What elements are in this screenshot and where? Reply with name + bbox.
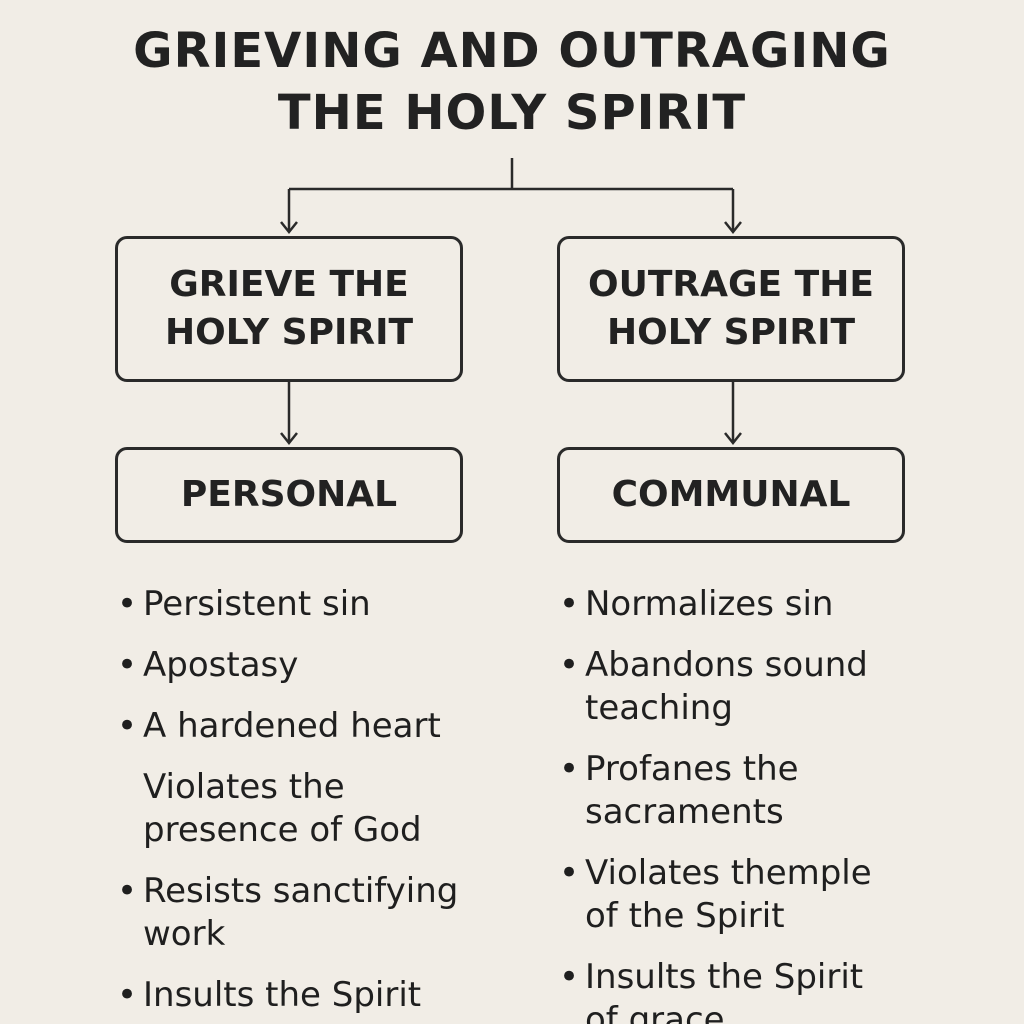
communal-box: COMMUNAL <box>557 447 905 543</box>
list-item: • Apostasy <box>115 644 515 687</box>
list-item-text: Insults the Spirit of grace <box>585 957 864 1024</box>
personal-label: PERSONAL <box>180 474 398 515</box>
list-item-text: Insults the Spirit <box>143 975 422 1015</box>
bullet-dot: • <box>559 749 580 789</box>
bullet-dot: • <box>117 871 138 911</box>
list-item: • Normalizes sin <box>557 583 977 626</box>
list-item-text: Apostasy <box>143 645 299 685</box>
bullet-dot: • <box>117 584 138 624</box>
list-item-text: Resists sanctifying work <box>143 871 459 954</box>
list-item-text: Violates themple of the Spirit <box>585 853 872 936</box>
communal-label: COMMUNAL <box>611 474 851 515</box>
list-item: • Insults the Spirit of grace <box>557 956 977 1024</box>
list-item: • Abandons sound teaching <box>557 644 977 730</box>
list-item-text: Abandons sound teaching <box>585 645 868 728</box>
bullet-dot: • <box>559 957 580 997</box>
outrage-box-line-2: HOLY SPIRIT <box>606 312 856 353</box>
bullet-dot: • <box>559 645 580 685</box>
bullet-dot: • <box>559 853 580 893</box>
bullet-dot: • <box>117 706 138 746</box>
grieve-holy-spirit-box: GRIEVE THE HOLY SPIRIT <box>115 236 463 382</box>
list-item: Violates the presence of God <box>115 766 515 852</box>
personal-list: • Persistent sin • Apostasy • A hardened he… <box>115 583 515 1024</box>
bullet-dot: • <box>559 584 580 624</box>
list-item-text: Normalizes sin <box>585 584 834 624</box>
list-item-text: Persistent sin <box>143 584 371 624</box>
grieve-box-line-1: GRIEVE THE <box>169 264 409 305</box>
bullet-dot: • <box>117 975 138 1015</box>
list-item: • Profanes the sacraments <box>557 748 977 834</box>
outrage-box-line-1: OUTRAGE THE <box>588 264 874 305</box>
list-item-text: Profanes the sacraments <box>585 749 799 832</box>
communal-list: • Normalizes sin • Abandons sound teaching… <box>557 583 977 1024</box>
list-item: • Violates themple of the Spirit <box>557 852 977 938</box>
list-item-text: A hardened heart <box>143 706 441 746</box>
bullet-dot: • <box>117 645 138 685</box>
list-item-text: Violates the presence of God <box>143 767 422 850</box>
list-item: • Persistent sin <box>115 583 515 626</box>
list-item: • Insults the Spirit <box>115 974 515 1017</box>
personal-box: PERSONAL <box>115 447 463 543</box>
grieve-box-line-2: HOLY SPIRIT <box>164 312 414 353</box>
list-item: • A hardened heart <box>115 705 515 748</box>
list-item: • Resists sanctifying work <box>115 870 515 956</box>
outrage-holy-spirit-box: OUTRAGE THE HOLY SPIRIT <box>557 236 905 382</box>
